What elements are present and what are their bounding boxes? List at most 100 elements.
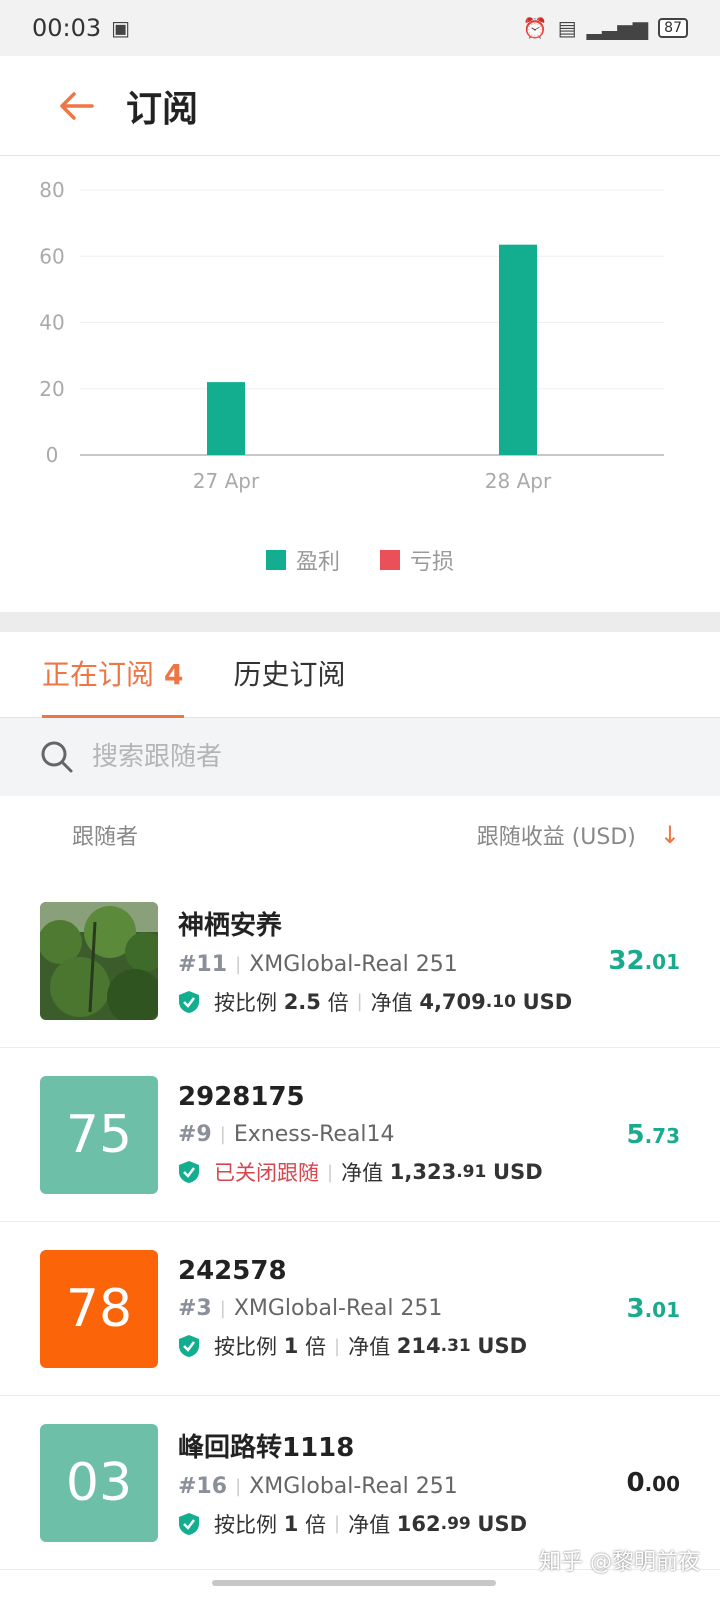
back-arrow-icon: [60, 91, 94, 120]
column-follow-profit[interactable]: 跟随收益 (USD): [477, 819, 636, 851]
follower-name: 峰回路转1118: [178, 1432, 355, 1463]
avatar: [40, 901, 158, 1020]
bar-28-apr[interactable]: [499, 244, 537, 455]
copy-mode: 按比例: [214, 1335, 277, 1359]
y-tick-label: 40: [39, 311, 64, 335]
copy-ratio: 1: [283, 1511, 299, 1536]
follower-rank: #3: [178, 1296, 212, 1321]
equity-label: 净值: [348, 1335, 391, 1359]
copy-ratio-unit: 倍: [305, 1335, 326, 1359]
signal-icon: ▂▃▅▆: [586, 16, 649, 40]
avatar: 75: [40, 1075, 158, 1194]
equity-dec: .31: [440, 1336, 471, 1356]
y-tick-label: 20: [39, 377, 64, 401]
equity-dec: .99: [440, 1513, 471, 1534]
list-item[interactable]: 75 2928175 #9 | Exness-Real14 已关闭跟随 | 净值…: [0, 1048, 720, 1222]
copy-ratio: 1: [283, 1334, 299, 1358]
back-button[interactable]: [40, 70, 112, 142]
hd-icon: ▤: [557, 16, 577, 40]
section-divider: [0, 612, 720, 632]
watermark: 知乎 @黎明前夜: [539, 1550, 700, 1575]
list-header: 跟随者 跟随收益 (USD) ↓: [0, 796, 720, 874]
status-time: 00:03: [32, 14, 102, 42]
follower-name: 神栖安养: [178, 910, 283, 941]
chart-legend: 盈利 亏损: [0, 544, 720, 576]
tab-active-count: 4: [164, 658, 184, 691]
avatar: 78: [40, 1249, 158, 1368]
app-header: 订阅: [0, 56, 720, 156]
follow-profit: 32.01: [608, 946, 680, 976]
equity-dec: .91: [456, 1162, 487, 1182]
equity-currency: USD: [477, 1511, 528, 1536]
battery-indicator: 87: [658, 18, 688, 38]
follow-profit: 3.01: [626, 1294, 680, 1324]
avatar-photo: [40, 901, 158, 1020]
shield-check-icon: [179, 1335, 199, 1357]
legend-swatch-profit: [265, 550, 286, 570]
equity-label: 净值: [341, 1161, 384, 1185]
follower-name: 2928175: [178, 1082, 305, 1112]
follow-profit: 5.73: [626, 1120, 680, 1150]
equity-label: 净值: [348, 1512, 391, 1537]
avatar-text: 03: [65, 1452, 133, 1513]
copy-ratio-unit: 倍: [305, 1512, 326, 1537]
follower-name: 242578: [178, 1256, 287, 1286]
subscription-tabs: 正在订阅 4 历史订阅: [0, 632, 720, 718]
sort-down-icon[interactable]: ↓: [660, 821, 680, 849]
y-tick-label: 80: [39, 178, 64, 202]
avatar-text: 78: [65, 1278, 133, 1339]
equity-currency: USD: [493, 1160, 543, 1184]
search-icon: [41, 741, 73, 773]
legend-label-loss: 亏损: [410, 550, 455, 575]
follower-list: 神栖安养 #11 | XMGlobal-Real 251 按比例 2.5 倍 |…: [0, 874, 720, 1570]
bar-27-apr[interactable]: [207, 382, 245, 455]
profit-dec: .73: [644, 1123, 680, 1148]
list-item[interactable]: 78 242578 #3 | XMGlobal-Real 251 按比例 1 倍…: [0, 1222, 720, 1396]
shield-check-icon: [179, 990, 199, 1013]
copy-ratio: 2.5: [283, 989, 321, 1014]
equity-int: 4,709: [419, 989, 486, 1014]
copy-ratio-unit: 倍: [327, 990, 349, 1015]
profit-dec: .01: [644, 949, 680, 974]
home-indicator[interactable]: [212, 1580, 496, 1586]
profit-dec: .01: [644, 1297, 680, 1322]
avatar-text: 75: [65, 1104, 133, 1165]
equity-int: 162: [396, 1511, 441, 1536]
status-bar: 00:03 ▣ ⏰ ▤ ▂▃▅▆ 87: [0, 0, 720, 56]
profit-int: 3: [626, 1293, 645, 1324]
tab-history-subscriptions[interactable]: 历史订阅: [234, 653, 346, 717]
list-item[interactable]: 神栖安养 #11 | XMGlobal-Real 251 按比例 2.5 倍 |…: [0, 874, 720, 1048]
column-follower: 跟随者: [72, 825, 139, 850]
alarm-icon: ⏰: [522, 16, 548, 40]
page-title: 订阅: [126, 88, 199, 130]
legend-item-profit[interactable]: 盈利: [265, 544, 340, 576]
equity-currency: USD: [522, 989, 573, 1014]
follower-account: XMGlobal-Real 251: [249, 1473, 458, 1499]
follow-profit: 0.00: [626, 1468, 680, 1498]
follower-rank: #11: [178, 951, 228, 977]
follower-rank: #9: [178, 1122, 212, 1147]
follower-account: Exness-Real14: [233, 1122, 395, 1147]
app-notification-icon: ▣: [111, 16, 131, 40]
legend-swatch-loss: [380, 550, 400, 570]
follower-account: XMGlobal-Real 251: [249, 951, 458, 977]
x-tick-label: 27 Apr: [193, 469, 260, 493]
equity-currency: USD: [477, 1334, 528, 1358]
x-tick-label: 28 Apr: [485, 469, 552, 493]
search-input[interactable]: [92, 742, 652, 772]
equity-label: 净值: [370, 990, 413, 1015]
avatar: 03: [40, 1423, 158, 1542]
profit-dec: .00: [644, 1471, 680, 1496]
profit-int: 0: [626, 1467, 645, 1498]
shield-check-icon: [179, 1161, 199, 1183]
follower-account: XMGlobal-Real 251: [233, 1296, 443, 1321]
tab-active-subscriptions[interactable]: 正在订阅 4: [42, 653, 184, 718]
legend-item-loss[interactable]: 亏损: [380, 544, 454, 576]
follower-rank: #16: [178, 1473, 228, 1499]
profit-chart: 0 20 40 60 80 27 Apr 28 Apr 盈利 亏损: [0, 156, 720, 612]
tab-history-label: 历史订阅: [233, 658, 346, 691]
y-tick-label: 0: [46, 443, 59, 467]
equity-dec: .10: [485, 991, 516, 1012]
y-tick-label: 60: [39, 244, 64, 268]
follow-closed-status: 已关闭跟随: [214, 1161, 319, 1185]
